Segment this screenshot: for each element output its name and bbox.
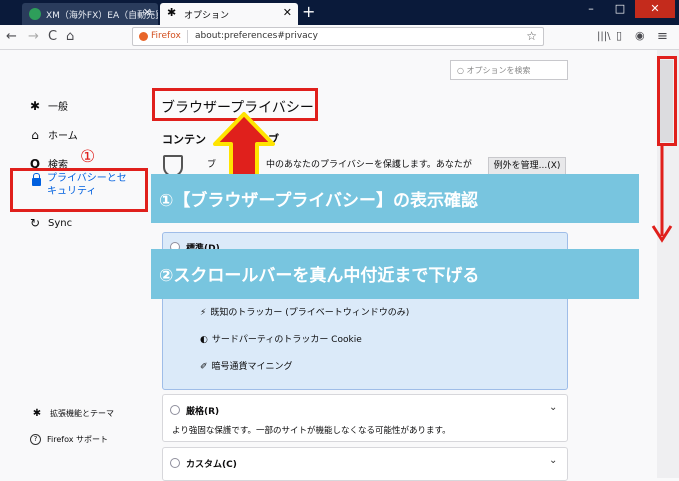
new-tab-button[interactable]: + [302,2,315,21]
sidebar-item-label: ホーム [48,131,78,142]
instruction-banner-1: ①【ブラウザープライバシー】の表示確認 [151,174,639,223]
search-placeholder: オプションを検索 [466,66,531,75]
blocked-item-label: 暗号通貨マイニング [211,362,293,372]
site-favicon-icon [29,8,41,20]
library-icon[interactable]: |||\ [597,31,610,42]
blocked-item-label: サードパーティのトラッカー Cookie [211,335,362,345]
home-icon[interactable]: ⌂ [66,29,74,44]
sidebar-extensions[interactable]: ✱ 拡張機能とテーマ [30,408,114,419]
sidebar-footer-label: 拡張機能とテーマ [50,409,114,418]
sidebar-item-sync[interactable]: ↻ Sync [28,216,72,230]
cookie-icon: ◐ [200,335,208,345]
forward-icon[interactable]: → [28,29,39,44]
navigation-bar: ← → C ⌂ Firefox about:preferences#privac… [0,25,679,50]
tab-title: XM（海外FX）EA（自動売買 [46,11,158,21]
window-close-button[interactable]: ✕ [635,0,675,18]
sidebar-icon[interactable]: ▯ [616,29,622,42]
chevron-down-icon[interactable]: ⌄ [549,402,557,413]
blocked-item-cookies: ◐ サードパーティのトラッカー Cookie [200,332,362,345]
help-icon: ? [30,434,41,445]
custom-label: カスタム(C) [186,460,237,470]
sidebar-item-home[interactable]: ⌂ ホーム [28,127,78,143]
manage-exceptions-button[interactable]: 例外を管理...(X) [488,157,566,175]
blocked-item-label: 既知のトラッカー (プライベートウィンドウのみ) [210,308,410,318]
url-separator [187,30,188,43]
reload-icon[interactable]: C [48,29,57,44]
gear-icon: ✱ [29,98,41,113]
window-controls: – □ ✕ [577,0,675,18]
up-arrow-annotation-icon [213,112,275,178]
close-icon[interactable]: ✕ [143,6,152,19]
minimize-button[interactable]: – [577,0,605,18]
sidebar-item-privacy[interactable]: プライバシーとセ キュリティ [47,172,127,198]
home-icon: ⌂ [31,127,39,142]
back-icon[interactable]: ← [6,29,17,44]
maximize-button[interactable]: □ [606,0,634,18]
sidebar-footer-label: Firefox サポート [47,435,109,444]
url-text[interactable]: about:preferences#privacy [195,31,318,41]
custom-radio[interactable] [170,458,180,468]
bookmark-star-icon[interactable]: ☆ [526,29,537,43]
lock-icon [32,173,41,186]
search-icon: ○ [457,66,464,75]
instruction-banner-2: ②スクロールバーを真ん中付近まで下げる [151,249,639,299]
account-icon[interactable]: ◉ [635,29,645,42]
gear-icon: ✱ [167,6,177,19]
section-heading: コンテン ブ [162,131,279,147]
annotation-circle-one: ① [80,147,96,167]
sidebar-item-general[interactable]: ✱ 一般 [28,98,68,114]
sync-icon: ↻ [29,216,41,230]
tab-xm[interactable]: XM（海外FX）EA（自動売買 ✕ [22,3,158,25]
sidebar-item-label: 一般 [48,102,68,113]
sidebar-item-label-line2: キュリティ [47,186,97,197]
scrollbar-highlight-box [657,56,677,146]
cryptominer-icon: ✐ [200,362,208,372]
sidebar-item-label-line1: プライバシーとセ [47,173,127,184]
chevron-down-icon[interactable]: ⌄ [549,455,557,466]
description-text: 中のあなたのプライバシーを保護します。あなたが [266,160,472,170]
blocked-item-trackers: ⚡ 既知のトラッカー (プライベートウィンドウのみ) [200,305,409,318]
url-bar[interactable]: Firefox about:preferences#privacy ☆ [132,27,544,46]
strict-description: より強固な保護です。一部のサイトが機能しなくなる可能性があります。 [172,426,451,436]
blocked-item-cryptomining: ✐ 暗号通貨マイニング [200,359,293,372]
strict-radio[interactable] [170,405,180,415]
section-heading-left: コンテン [162,133,206,146]
tab-title: オプション [184,11,230,21]
strict-label: 厳格(R) [186,407,220,417]
sidebar-support[interactable]: ? Firefox サポート [30,434,108,445]
url-brand-label: Firefox [151,31,181,41]
tracker-icon: ⚡ [200,308,207,318]
menu-icon[interactable]: ≡ [657,29,668,44]
puzzle-icon: ✱ [32,408,42,419]
firefox-logo-icon [139,32,148,41]
preferences-search-input[interactable]: ○ オプションを検索 [450,60,568,80]
sidebar-item-label: Sync [48,217,73,229]
down-arrow-annotation-icon [651,146,673,243]
close-icon[interactable]: ✕ [283,6,292,19]
tab-options[interactable]: ✱ オプション ✕ [160,3,298,25]
